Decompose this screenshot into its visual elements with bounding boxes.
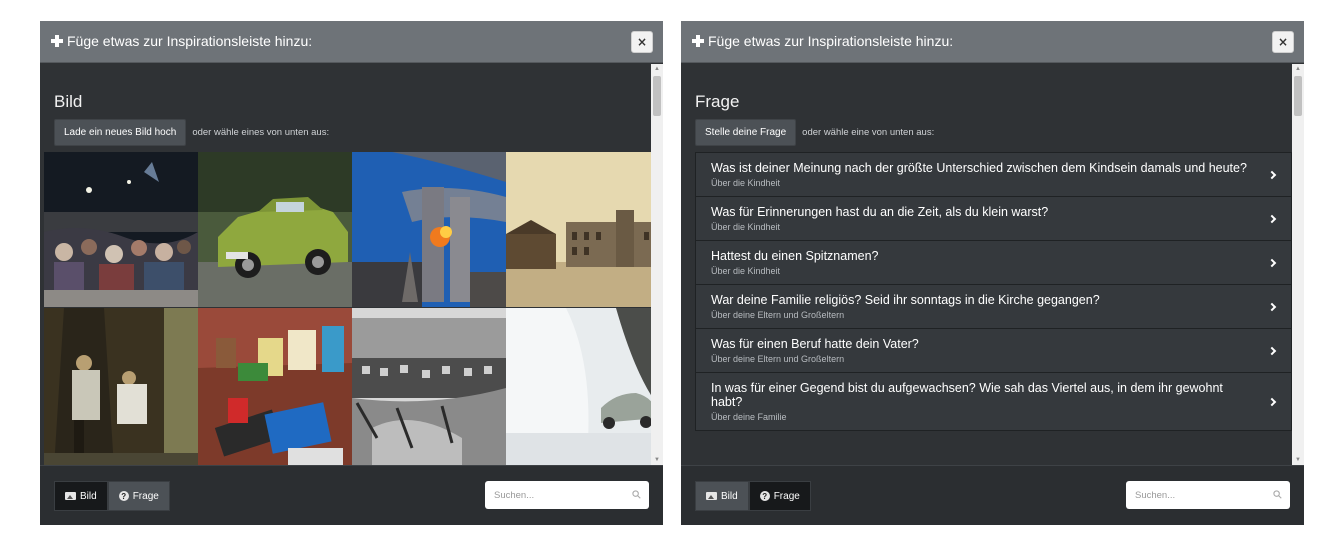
snow-car-photo [506, 308, 651, 465]
question-text: Hattest du einen Spitznamen? [711, 249, 879, 263]
question-category: Über die Kindheit [711, 266, 781, 276]
upload-image-button[interactable]: Lade ein neues Bild hoch [54, 119, 187, 146]
chevron-right-icon [1267, 214, 1277, 223]
scroll-up-arrow-icon[interactable]: ▲ [651, 64, 663, 74]
green-car-photo [198, 152, 352, 307]
close-button[interactable]: × [631, 31, 653, 53]
question-text: Was ist deiner Meinung nach der größte U… [711, 161, 1247, 175]
dialog-footer: Bild ? Frage [681, 465, 1304, 525]
dialog-header: Füge etwas zur Inspirationsleiste hinzu:… [40, 21, 663, 63]
workers-photo [44, 308, 198, 465]
chevron-right-icon [1267, 258, 1277, 267]
question-icon: ? [118, 491, 129, 501]
tab-bild[interactable]: Bild [695, 481, 749, 511]
search-input[interactable] [1126, 481, 1290, 509]
image-tile-1[interactable] [44, 152, 198, 307]
question-text: War deine Familie religiös? Seid ihr son… [711, 293, 1100, 307]
image-tile-3[interactable] [352, 152, 506, 307]
type-tabs: Bild ? Frage [695, 481, 811, 511]
wall-crowd-photo [44, 152, 198, 307]
dialog-header: Füge etwas zur Inspirationsleiste hinzu:… [681, 21, 1304, 63]
tab-label: Frage [132, 490, 159, 502]
choose-hint: oder wähle eines von unten aus: [192, 127, 330, 138]
question-item[interactable]: Was für Erinnerungen hast du an die Zeit… [695, 196, 1292, 240]
image-grid [44, 152, 651, 465]
question-text: Was für einen Beruf hatte dein Vater? [711, 337, 919, 351]
image-tile-7[interactable] [352, 308, 506, 465]
old-building-photo [506, 152, 651, 307]
add-question-dialog: Füge etwas zur Inspirationsleiste hinzu:… [681, 21, 1304, 525]
scroll-thumb[interactable] [653, 76, 661, 116]
tab-label: Frage [773, 490, 800, 502]
tab-frage[interactable]: ? Frage [107, 481, 170, 511]
close-button[interactable]: × [1272, 31, 1294, 53]
question-category: Über die Kindheit [711, 222, 781, 232]
ask-question-button[interactable]: Stelle deine Frage [695, 119, 797, 146]
search-input[interactable] [485, 481, 649, 509]
question-item[interactable]: Hattest du einen Spitznamen? Über die Ki… [695, 240, 1292, 284]
dialog-title: Füge etwas zur Inspirationsleiste hinzu: [708, 33, 954, 49]
dialog-title: Füge etwas zur Inspirationsleiste hinzu: [67, 33, 313, 49]
chevron-right-icon [1267, 346, 1277, 355]
scrollbar[interactable]: ▲ ▼ [1292, 64, 1304, 465]
care-package-photo [198, 308, 352, 465]
question-item[interactable]: War deine Familie religiös? Seid ihr son… [695, 284, 1292, 328]
action-row: Stelle deine Frage oder wähle eine von u… [695, 119, 934, 146]
chevron-right-icon [1267, 170, 1277, 179]
scroll-up-arrow-icon[interactable]: ▲ [1292, 64, 1304, 74]
image-tile-4[interactable] [506, 152, 651, 307]
image-tile-5[interactable] [44, 308, 198, 465]
image-tile-2[interactable] [198, 152, 352, 307]
action-row: Lade ein neues Bild hoch oder wähle eine… [54, 119, 329, 146]
dialog-body: Bild Lade ein neues Bild hoch oder wähle… [40, 64, 651, 465]
plus-icon [51, 35, 63, 47]
question-icon: ? [759, 491, 770, 501]
search-icon [1273, 490, 1282, 499]
question-category: Über deine Eltern und Großeltern [711, 310, 845, 320]
image-icon [65, 492, 76, 500]
question-category: Über deine Eltern und Großeltern [711, 354, 845, 364]
chevron-right-icon [1267, 397, 1277, 406]
question-text: In was für einer Gegend bist du aufgewac… [711, 381, 1223, 409]
scrollbar[interactable]: ▲ ▼ [651, 64, 663, 465]
section-title: Frage [695, 92, 740, 111]
question-item[interactable]: Was für einen Beruf hatte dein Vater? Üb… [695, 328, 1292, 372]
question-item[interactable]: Was ist deiner Meinung nach der größte U… [695, 152, 1292, 196]
tab-label: Bild [721, 490, 738, 502]
tab-bild[interactable]: Bild [54, 481, 108, 511]
question-category: Über deine Familie [711, 412, 787, 422]
dialog-body: Frage Stelle deine Frage oder wähle eine… [681, 64, 1292, 465]
search-box [485, 481, 649, 509]
question-text: Was für Erinnerungen hast du an die Zeit… [711, 205, 1049, 219]
image-icon [706, 492, 717, 500]
image-tile-6[interactable] [198, 308, 352, 465]
type-tabs: Bild ? Frage [54, 481, 170, 511]
chevron-right-icon [1267, 302, 1277, 311]
question-category: Über die Kindheit [711, 178, 781, 188]
towers-photo [352, 152, 506, 307]
scroll-thumb[interactable] [1294, 76, 1302, 116]
choose-hint: oder wähle eine von unten aus: [802, 127, 935, 138]
question-list: Was ist deiner Meinung nach der größte U… [695, 152, 1292, 431]
search-icon [632, 490, 641, 499]
scroll-down-arrow-icon[interactable]: ▼ [651, 455, 663, 465]
scroll-down-arrow-icon[interactable]: ▼ [1292, 455, 1304, 465]
image-tile-8[interactable] [506, 308, 651, 465]
search-box [1126, 481, 1290, 509]
plus-icon [692, 35, 704, 47]
section-title: Bild [54, 92, 83, 111]
add-image-dialog: Füge etwas zur Inspirationsleiste hinzu:… [40, 21, 663, 525]
tab-frage[interactable]: ? Frage [748, 481, 811, 511]
dialog-footer: Bild ? Frage [40, 465, 663, 525]
tab-label: Bild [80, 490, 97, 502]
beach-chairs-photo [352, 308, 506, 465]
question-item[interactable]: In was für einer Gegend bist du aufgewac… [695, 372, 1292, 431]
